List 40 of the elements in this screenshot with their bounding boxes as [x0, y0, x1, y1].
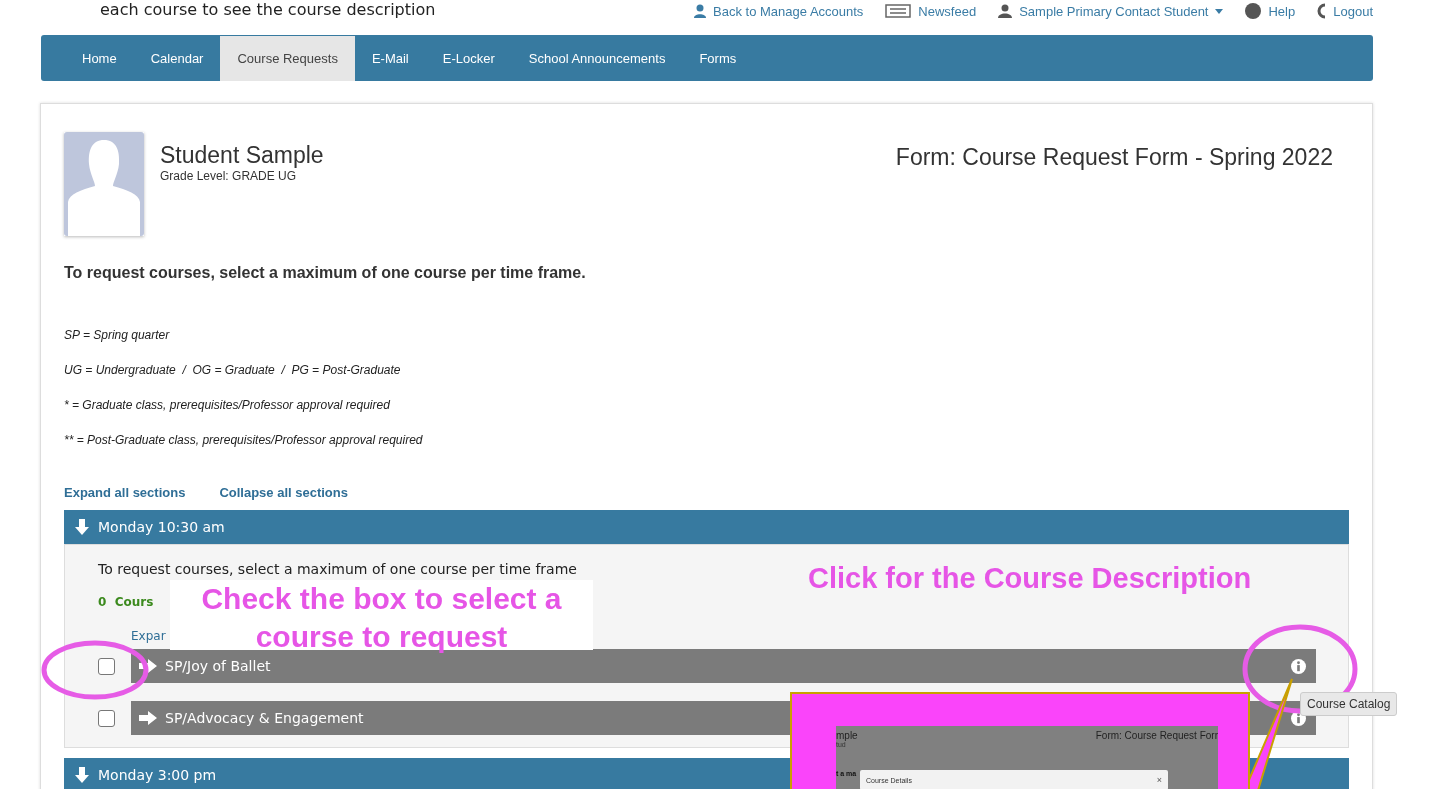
- section-link[interactable]: Collapse all sections: [219, 485, 348, 500]
- course-checkbox[interactable]: [98, 709, 115, 727]
- section-header[interactable]: Monday 10:30 am: [64, 510, 1349, 544]
- instruction-text: each course to see the course description: [100, 0, 436, 19]
- expand-link[interactable]: Expar: [131, 629, 166, 643]
- legend-text: * = Graduate class, prerequisites/Professor approval required: [64, 398, 391, 412]
- student-name: Student Sample: [160, 142, 324, 169]
- nav-tab[interactable]: Home: [65, 35, 134, 81]
- person-icon: [694, 4, 707, 18]
- grade-level: Grade Level: GRADE UG: [160, 169, 298, 183]
- legend-text: SP = Spring quarter: [64, 328, 171, 342]
- close-button[interactable]: ×: [1156, 775, 1162, 785]
- info-icon[interactable]: [1291, 658, 1306, 674]
- legend-text: ** = Post-Graduate class, prerequisites/Professor approval required: [64, 433, 424, 447]
- top-link[interactable]: Back to Manage Accounts: [694, 3, 864, 19]
- tooltip: Course Catalog: [1300, 692, 1398, 716]
- nav-tab[interactable]: Forms: [682, 35, 754, 81]
- nav-tab[interactable]: School Announcements: [511, 35, 683, 81]
- annotation-text: Click for the Course Description: [808, 562, 1252, 595]
- course-count: 0 Cours: [98, 595, 154, 609]
- course-name: SP/Joy of Ballet: [165, 658, 272, 674]
- top-link[interactable]: Help: [1245, 3, 1296, 19]
- top-link[interactable]: Sample Primary Contact Student: [998, 3, 1224, 19]
- nav-tab[interactable]: E-Mail: [354, 35, 426, 81]
- top-link[interactable]: Newsfeed: [885, 3, 977, 19]
- nav-tab[interactable]: Calendar: [133, 35, 221, 81]
- section-time: Monday 3:00 pm: [98, 767, 217, 783]
- legend-text: UG = Undergraduate / OG = Graduate / PG = Post-Graduate: [64, 363, 402, 377]
- course-checkbox[interactable]: [98, 657, 115, 675]
- intro-text: To request courses, select a maximum of one course per time frame.: [64, 264, 587, 282]
- top-link[interactable]: Logout: [1317, 3, 1373, 19]
- form-title: Form: Course Request Form - Spring 2022: [895, 144, 1333, 172]
- newspaper-icon: [885, 4, 912, 18]
- caret-icon: [1215, 8, 1224, 14]
- section-time: Monday 10:30 am: [98, 519, 225, 535]
- course-name: SP/Advocacy & Engagement: [165, 710, 365, 726]
- section-link[interactable]: Expand all sections: [64, 485, 186, 500]
- nav-tab[interactable]: E-Locker: [425, 35, 512, 81]
- nav-tab[interactable]: Course Requests: [220, 35, 355, 81]
- person-icon: [998, 4, 1013, 18]
